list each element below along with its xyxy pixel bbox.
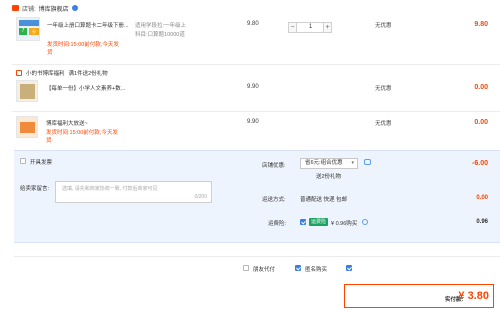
item-discount: 无优惠 [375, 121, 392, 127]
item-price: 9.90 [247, 119, 259, 125]
friend-pay-label: 朋友代付 [253, 267, 276, 273]
insurance-amount: 0.96 [476, 219, 488, 225]
message-textarea[interactable]: 选填, 请先和商家协商一致, 付款后商家可见 0/200 [55, 181, 212, 203]
total-value: ¥ 3.80 [458, 290, 489, 302]
item-subtotal: 9.80 [474, 21, 488, 28]
insurance-label: 运费险: [268, 221, 287, 227]
wangwang-icon[interactable] [71, 5, 78, 11]
item-subtotal: 0.00 [474, 119, 488, 126]
chevron-down-icon: ▾ [351, 160, 354, 166]
product-thumbnail[interactable] [16, 116, 38, 138]
item-ship-time-cont: 货 [46, 138, 52, 144]
item-discount: 无优惠 [375, 86, 392, 92]
qty-increase-button[interactable]: + [323, 22, 332, 33]
item-title[interactable]: 博库福利大放送~ [46, 119, 88, 127]
shipping-label: 运送方式: [262, 197, 286, 203]
product-thumbnail[interactable]: 7 分 [16, 17, 40, 41]
item-discount: 无优惠 [375, 23, 392, 29]
anonymous-buy-label: 匿名购买 [305, 267, 328, 273]
shop-discount-value: 省6元:组合优惠 [305, 160, 343, 166]
anonymous-buy-checkbox[interactable] [295, 265, 301, 271]
message-placeholder: 选填, 请先和商家协商一致, 付款后商家可见 [62, 186, 158, 192]
divider [14, 256, 500, 257]
shipping-value[interactable]: 普通配送 快递 包邮 [300, 195, 347, 203]
qty-input[interactable]: 1 [297, 22, 324, 33]
item-price: 9.90 [247, 84, 259, 90]
product-thumbnail[interactable] [16, 80, 38, 102]
message-counter: 0/200 [194, 194, 207, 200]
message-label: 给卖家留言: [20, 186, 50, 192]
item-title[interactable]: 一年级上册口算题卡二年级下册... [47, 21, 129, 29]
divider [12, 64, 500, 65]
shop-discount-select[interactable]: 省6元:组合优惠 ▾ [300, 158, 358, 169]
item-spec-2: 科目:口算题10000道 [135, 32, 185, 38]
shop-label: 店铺: [22, 6, 36, 13]
qty-decrease-button[interactable]: − [288, 22, 297, 33]
insurance-tag: 运费险 [309, 218, 329, 226]
info-icon[interactable] [362, 219, 368, 225]
shop-name[interactable]: 博库旗舰店 [39, 4, 69, 13]
shipping-amount: 0.00 [476, 195, 488, 201]
divider [12, 111, 500, 112]
item-subtotal: 0.00 [474, 84, 488, 91]
item-price: 9.80 [247, 21, 259, 27]
gift-text: 送2份礼物 [316, 174, 342, 180]
gift-shop-name: 小的书博库福利 [26, 70, 65, 77]
item-ship-time: 发货时间:15:00前付款,今天发 [47, 42, 119, 48]
gift-rule: 满1件送2份礼物 [68, 70, 108, 77]
invoice-label: 开具发票 [30, 160, 53, 166]
shop-icon [12, 5, 19, 11]
total-box: 实付款: ¥ 3.80 [344, 284, 494, 308]
insurance-text: ¥ 0.96购买 [331, 221, 358, 227]
chat-icon[interactable] [364, 159, 371, 165]
shop-header: 店铺: 博库旗舰店 [12, 3, 78, 13]
invoice-checkbox[interactable] [20, 158, 26, 164]
extra-option-checkbox[interactable] [346, 265, 352, 271]
shop-discount-label: 店铺优惠: [262, 163, 286, 169]
item-ship-time-cont: 货 [47, 50, 53, 56]
item-spec-1: 适用学段拉:一年级上 [135, 23, 187, 29]
gift-bar: 小的书博库福利 满1件送2份礼物 [16, 68, 108, 77]
gift-icon [16, 69, 22, 76]
friend-pay-checkbox[interactable] [243, 265, 249, 271]
item-ship-time: 发货时间:15:00前付款,今天发 [46, 130, 118, 136]
insurance-checkbox[interactable] [300, 219, 306, 225]
item-title[interactable]: 【每单一份】小学人文素养+数... [46, 84, 125, 92]
shop-discount-amount: -6.00 [472, 160, 488, 167]
